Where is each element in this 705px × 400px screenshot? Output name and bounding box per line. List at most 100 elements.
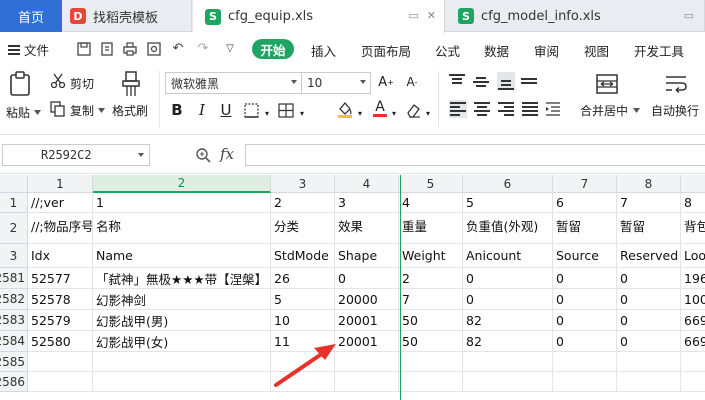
row-header[interactable]: 2586 xyxy=(0,372,28,392)
merge-center-button[interactable]: 合并居中 xyxy=(580,102,628,119)
save-icon[interactable] xyxy=(76,41,92,56)
tab-cfg-equip[interactable]: S cfg_equip.xls ▭ ✕ xyxy=(193,0,445,33)
print-icon[interactable] xyxy=(122,41,138,56)
cell-r9-c6[interactable] xyxy=(463,372,553,392)
cell-r4-c9[interactable]: 1967 xyxy=(681,268,705,289)
cell-r5-c6[interactable]: 0 xyxy=(463,289,553,310)
cell-r2-c6[interactable]: 负重值(外观) xyxy=(463,213,553,244)
tab-page-layout[interactable]: 页面布局 xyxy=(361,41,411,60)
font-size-select[interactable]: 10 xyxy=(301,72,371,94)
justify-icon[interactable] xyxy=(521,100,539,118)
cell-r1-c7[interactable]: 6 xyxy=(553,193,617,213)
cell-r7-c8[interactable]: 0 xyxy=(617,331,681,352)
column-header-4[interactable]: 4 xyxy=(335,175,399,193)
cell-r6-c1[interactable]: 52579 xyxy=(28,310,93,331)
chevron-down-icon[interactable] xyxy=(632,107,640,113)
row-header[interactable]: 2 xyxy=(0,213,28,244)
tab-review[interactable]: 审阅 xyxy=(534,41,559,60)
select-all-corner[interactable] xyxy=(0,175,28,193)
cell-r6-c4[interactable]: 20001 xyxy=(335,310,399,331)
print-preview-icon[interactable] xyxy=(146,41,162,56)
underline-icon[interactable]: U xyxy=(216,100,236,120)
cell-r4-c1[interactable]: 52577 xyxy=(28,268,93,289)
align-center-icon[interactable] xyxy=(473,100,491,118)
font-color-icon[interactable]: A xyxy=(370,98,390,118)
column-header-6[interactable]: 6 xyxy=(463,175,553,193)
cell-r8-c9[interactable] xyxy=(681,352,705,372)
chevron-down-icon[interactable] xyxy=(97,107,105,113)
tab-start[interactable]: 开始 xyxy=(252,39,294,59)
cell-r3-c7[interactable]: Source xyxy=(553,244,617,268)
cell-r9-c1[interactable] xyxy=(28,372,93,392)
cell-r2-c7[interactable]: 暂留 xyxy=(553,213,617,244)
wrap-text-button[interactable]: 自动换行 xyxy=(651,102,699,119)
cell-r4-c4[interactable]: 0 xyxy=(335,268,399,289)
chevron-down-icon[interactable]: ▾ xyxy=(424,103,432,123)
window-icon[interactable]: ▭ xyxy=(408,9,418,22)
tab-templates[interactable]: D 找稻壳模板 xyxy=(62,0,192,32)
cell-r2-c9[interactable]: 背包 xyxy=(681,213,705,244)
tab-formulas[interactable]: 公式 xyxy=(435,41,460,60)
tab-cfg-model-info[interactable]: S cfg_model_info.xls ▭ xyxy=(446,0,705,32)
cell-r7-c3[interactable]: 11 xyxy=(271,331,335,352)
row-header[interactable]: 2584 xyxy=(0,331,28,352)
cell-r1-c2[interactable]: 1 xyxy=(93,193,271,213)
row-header[interactable]: 2583 xyxy=(0,310,28,331)
cell-r7-c9[interactable]: 6692 xyxy=(681,331,705,352)
file-menu[interactable]: 文件 xyxy=(8,40,49,59)
clear-format-icon[interactable] xyxy=(403,100,423,120)
cell-r3-c2[interactable]: Name xyxy=(93,244,271,268)
cell-r3-c6[interactable]: Anicount xyxy=(463,244,553,268)
cell-r6-c2[interactable]: 幻影战甲(男) xyxy=(93,310,271,331)
row-header[interactable]: 2585 xyxy=(0,352,28,372)
chevron-down-icon[interactable]: ▾ xyxy=(298,103,306,123)
paste-icon[interactable] xyxy=(8,70,32,98)
align-right-icon[interactable] xyxy=(497,100,515,118)
cell-r8-c8[interactable] xyxy=(617,352,681,372)
column-header-1[interactable]: 1 xyxy=(28,175,93,193)
chevron-down-icon[interactable]: ▽ xyxy=(222,41,238,56)
cell-r6-c9[interactable]: 6691 xyxy=(681,310,705,331)
align-left-icon[interactable] xyxy=(449,100,467,118)
orientation-icon[interactable] xyxy=(521,72,539,90)
cell-r6-c7[interactable]: 0 xyxy=(553,310,617,331)
cell-r2-c4[interactable]: 效果 xyxy=(335,213,399,244)
cell-r5-c4[interactable]: 20000 xyxy=(335,289,399,310)
cell-r7-c5[interactable]: 50 xyxy=(399,331,463,352)
column-header-8[interactable]: 8 xyxy=(617,175,681,193)
tab-view[interactable]: 视图 xyxy=(584,41,609,60)
increase-font-icon[interactable]: A + xyxy=(376,72,396,92)
cell-r9-c5[interactable] xyxy=(399,372,463,392)
align-middle-icon[interactable] xyxy=(473,72,491,90)
cell-r4-c3[interactable]: 26 xyxy=(271,268,335,289)
cell-r2-c1[interactable]: //;物品序号 xyxy=(28,213,93,244)
cell-r6-c5[interactable]: 50 xyxy=(399,310,463,331)
cell-r3-c8[interactable]: Reserved xyxy=(617,244,681,268)
fill-color-icon[interactable] xyxy=(335,99,355,119)
window-icon[interactable]: ▭ xyxy=(684,9,694,22)
row-header[interactable]: 2582 xyxy=(0,289,28,310)
cell-r4-c5[interactable]: 2 xyxy=(399,268,463,289)
undo-icon[interactable]: ↶ xyxy=(170,41,186,56)
cell-r7-c7[interactable]: 0 xyxy=(553,331,617,352)
row-header[interactable]: 2581 xyxy=(0,268,28,289)
column-header-2[interactable]: 2 xyxy=(93,175,271,193)
cell-r3-c9[interactable]: Looks xyxy=(681,244,705,268)
border-icon[interactable] xyxy=(241,100,261,120)
tab-developer[interactable]: 开发工具 xyxy=(634,41,684,60)
cell-r5-c8[interactable]: 0 xyxy=(617,289,681,310)
cell-r1-c5[interactable]: 4 xyxy=(399,193,463,213)
cell-r2-c2[interactable]: 名称 xyxy=(93,213,271,244)
copy-button[interactable]: 复制 xyxy=(70,102,94,119)
decrease-font-icon[interactable]: A- xyxy=(402,72,422,92)
bold-icon[interactable]: B xyxy=(167,100,187,120)
align-top-icon[interactable] xyxy=(449,72,467,90)
cell-r2-c5[interactable]: 重量 xyxy=(399,213,463,244)
cell-r9-c8[interactable] xyxy=(617,372,681,392)
cell-r3-c3[interactable]: StdMode xyxy=(271,244,335,268)
paste-button[interactable]: 粘贴 xyxy=(6,104,30,121)
search-icon[interactable] xyxy=(195,147,211,163)
cell-r8-c5[interactable] xyxy=(399,352,463,372)
cell-r9-c2[interactable] xyxy=(93,372,271,392)
cell-r5-c2[interactable]: 幻影神剑 xyxy=(93,289,271,310)
